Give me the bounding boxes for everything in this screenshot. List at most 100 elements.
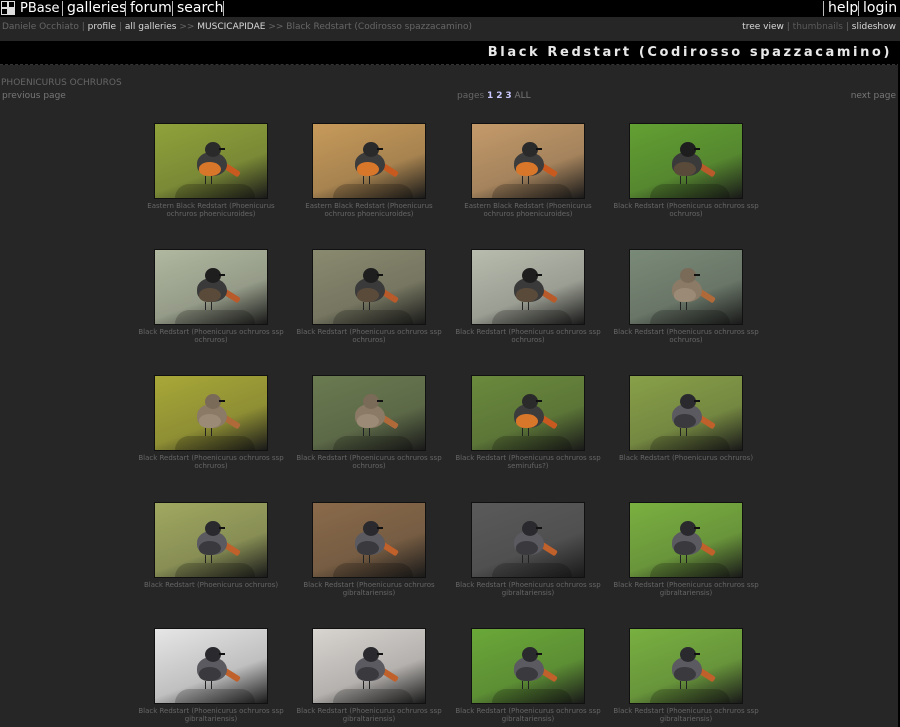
thumbnail-image[interactable]: [471, 249, 585, 325]
thumbnail-image[interactable]: [312, 628, 426, 704]
thumbnail-item[interactable]: Black Redstart (Phoenicurus ochruros ssp…: [289, 375, 449, 470]
thumbnail-caption[interactable]: Black Redstart (Phoenicurus ochruros ssp…: [289, 707, 449, 723]
thumbnail-item[interactable]: Black Redstart (Phoenicurus ochruros ssp…: [448, 502, 608, 597]
page-link-1[interactable]: 1: [487, 91, 493, 101]
nav-search[interactable]: search: [174, 0, 227, 17]
thumbnail-item[interactable]: Black Redstart (Phoenicurus ochruros ssp…: [606, 628, 766, 723]
thumbnail-item[interactable]: Black Redstart (Phoenicurus ochruros ssp…: [131, 249, 291, 344]
breadcrumb: Daniele Occhiato | profile | all galleri…: [2, 22, 473, 32]
thumbnail-item[interactable]: Eastern Black Redstart (Phoenicurus ochr…: [131, 123, 291, 218]
perch-shape: [175, 184, 255, 198]
thumbnail-image[interactable]: [312, 123, 426, 199]
next-page-link[interactable]: next page: [851, 90, 896, 102]
perch-shape: [650, 184, 730, 198]
bird-illustration: [189, 641, 241, 691]
nav-forum[interactable]: forum: [127, 0, 175, 17]
thumbnail-caption[interactable]: Eastern Black Redstart (Phoenicurus ochr…: [448, 202, 608, 218]
page-link-2[interactable]: 2: [496, 91, 502, 101]
thumbnail-caption[interactable]: Black Redstart (Phoenicurus ochruros ssp…: [131, 454, 291, 470]
thumbnail-image[interactable]: [629, 123, 743, 199]
thumbnail-caption[interactable]: Black Redstart (Phoenicurus ochruros ssp…: [289, 328, 449, 344]
thumbnail-caption[interactable]: Black Redstart (Phoenicurus ochruros): [131, 581, 291, 589]
page-link-3[interactable]: 3: [505, 91, 511, 101]
thumbnail-item[interactable]: Black Redstart (Phoenicurus ochruros ssp…: [448, 375, 608, 470]
category-label: PHOENICURUS OCHRUROS: [1, 78, 122, 88]
thumbnail-caption[interactable]: Black Redstart (Phoenicurus ochruros ssp…: [448, 328, 608, 344]
gallery-title: Black Redstart (Codirosso spazzacamino): [487, 45, 892, 60]
thumbnail-item[interactable]: Black Redstart (Phoenicurus ochruros ssp…: [606, 123, 766, 218]
thumbnail-image[interactable]: [312, 502, 426, 578]
thumbnail-image[interactable]: [312, 375, 426, 451]
bird-illustration: [664, 388, 716, 438]
breadcrumb-parent[interactable]: MUSCICAPIDAE: [197, 22, 265, 32]
thumbnail-caption[interactable]: Eastern Black Redstart (Phoenicurus ochr…: [131, 202, 291, 218]
thumbnail-image[interactable]: [471, 502, 585, 578]
nav-help[interactable]: help: [825, 0, 861, 17]
breadcrumb-profile[interactable]: profile: [88, 22, 116, 32]
thumbnail-caption[interactable]: Black Redstart (Phoenicurus ochruros ssp…: [606, 328, 766, 344]
thumbnail-item[interactable]: Black Redstart (Phoenicurus ochruros ssp…: [131, 375, 291, 470]
thumbnail-item[interactable]: Black Redstart (Phoenicurus ochruros ssp…: [448, 249, 608, 344]
thumbnail-caption[interactable]: Black Redstart (Phoenicurus ochruros ssp…: [448, 581, 608, 597]
thumbnail-image[interactable]: [629, 375, 743, 451]
perch-shape: [333, 184, 413, 198]
thumbnail-image[interactable]: [471, 628, 585, 704]
thumbnail-image[interactable]: [154, 375, 268, 451]
nav-login[interactable]: login: [860, 0, 900, 17]
thumbnail-caption[interactable]: Black Redstart (Phoenicurus ochruros ssp…: [289, 454, 449, 470]
thumbnail-item[interactable]: Black Redstart (Phoenicurus ochruros): [131, 502, 291, 589]
thumbnail-item[interactable]: Black Redstart (Phoenicurus ochruros gib…: [289, 502, 449, 597]
thumbnail-image[interactable]: [154, 628, 268, 704]
thumbnail-caption[interactable]: Black Redstart (Phoenicurus ochruros ssp…: [448, 707, 608, 723]
thumbnail-image[interactable]: [471, 123, 585, 199]
bird-illustration: [506, 136, 558, 186]
thumbnail-item[interactable]: Black Redstart (Phoenicurus ochruros ssp…: [289, 249, 449, 344]
thumbnail-image[interactable]: [629, 249, 743, 325]
thumbnail-image[interactable]: [312, 249, 426, 325]
bird-illustration: [664, 262, 716, 312]
perch-shape: [175, 436, 255, 450]
breadcrumb-user[interactable]: Daniele Occhiato: [2, 22, 79, 32]
thumbnail-item[interactable]: Eastern Black Redstart (Phoenicurus ochr…: [448, 123, 608, 218]
bird-illustration: [347, 388, 399, 438]
slideshow-link[interactable]: slideshow: [852, 22, 896, 32]
thumbnail-image[interactable]: [154, 249, 268, 325]
breadcrumb-all-galleries[interactable]: all galleries: [125, 22, 177, 32]
page-link-all[interactable]: ALL: [514, 91, 530, 101]
bird-illustration: [506, 262, 558, 312]
thumbnail-caption[interactable]: Eastern Black Redstart (Phoenicurus ochr…: [289, 202, 449, 218]
top-navbar: PBase galleries forum search help login: [0, 0, 900, 17]
thumbnail-caption[interactable]: Black Redstart (Phoenicurus ochruros ssp…: [606, 707, 766, 723]
thumbnail-caption[interactable]: Black Redstart (Phoenicurus ochruros ssp…: [606, 581, 766, 597]
thumbnail-caption[interactable]: Black Redstart (Phoenicurus ochruros ssp…: [131, 707, 291, 723]
previous-page-link[interactable]: previous page: [2, 90, 66, 102]
thumbnail-item[interactable]: Black Redstart (Phoenicurus ochruros ssp…: [448, 628, 608, 723]
thumbnail-item[interactable]: Black Redstart (Phoenicurus ochruros ssp…: [289, 628, 449, 723]
thumbnail-image[interactable]: [629, 502, 743, 578]
thumbnail-image[interactable]: [154, 502, 268, 578]
thumbnail-caption[interactable]: Black Redstart (Phoenicurus ochruros gib…: [289, 581, 449, 597]
perch-shape: [175, 689, 255, 703]
thumbnail-item[interactable]: Black Redstart (Phoenicurus ochruros ssp…: [131, 628, 291, 723]
thumbnail-item[interactable]: Black Redstart (Phoenicurus ochruros ssp…: [606, 249, 766, 344]
thumbnail-image[interactable]: [471, 375, 585, 451]
pbase-logo[interactable]: PBase: [1, 1, 60, 16]
perch-shape: [175, 563, 255, 577]
thumbnail-item[interactable]: Black Redstart (Phoenicurus ochruros): [606, 375, 766, 462]
thumbnails-view-label: thumbnails: [792, 22, 843, 32]
logo-text: PBase: [20, 1, 60, 16]
nav-divider: [125, 1, 126, 16]
thumbnail-caption[interactable]: Black Redstart (Phoenicurus ochruros ssp…: [131, 328, 291, 344]
thumbnail-caption[interactable]: Black Redstart (Phoenicurus ochruros ssp…: [448, 454, 608, 470]
thumbnail-item[interactable]: Eastern Black Redstart (Phoenicurus ochr…: [289, 123, 449, 218]
thumbnail-image[interactable]: [629, 628, 743, 704]
thumbnail-image[interactable]: [154, 123, 268, 199]
thumbnail-caption[interactable]: Black Redstart (Phoenicurus ochruros): [606, 454, 766, 462]
thumbnail-item[interactable]: Black Redstart (Phoenicurus ochruros ssp…: [606, 502, 766, 597]
tree-view-link[interactable]: tree view: [742, 22, 784, 32]
bird-illustration: [347, 262, 399, 312]
nav-divider: [823, 1, 824, 16]
perch-shape: [333, 563, 413, 577]
thumbnail-caption[interactable]: Black Redstart (Phoenicurus ochruros ssp…: [606, 202, 766, 218]
nav-galleries[interactable]: galleries: [64, 0, 129, 17]
